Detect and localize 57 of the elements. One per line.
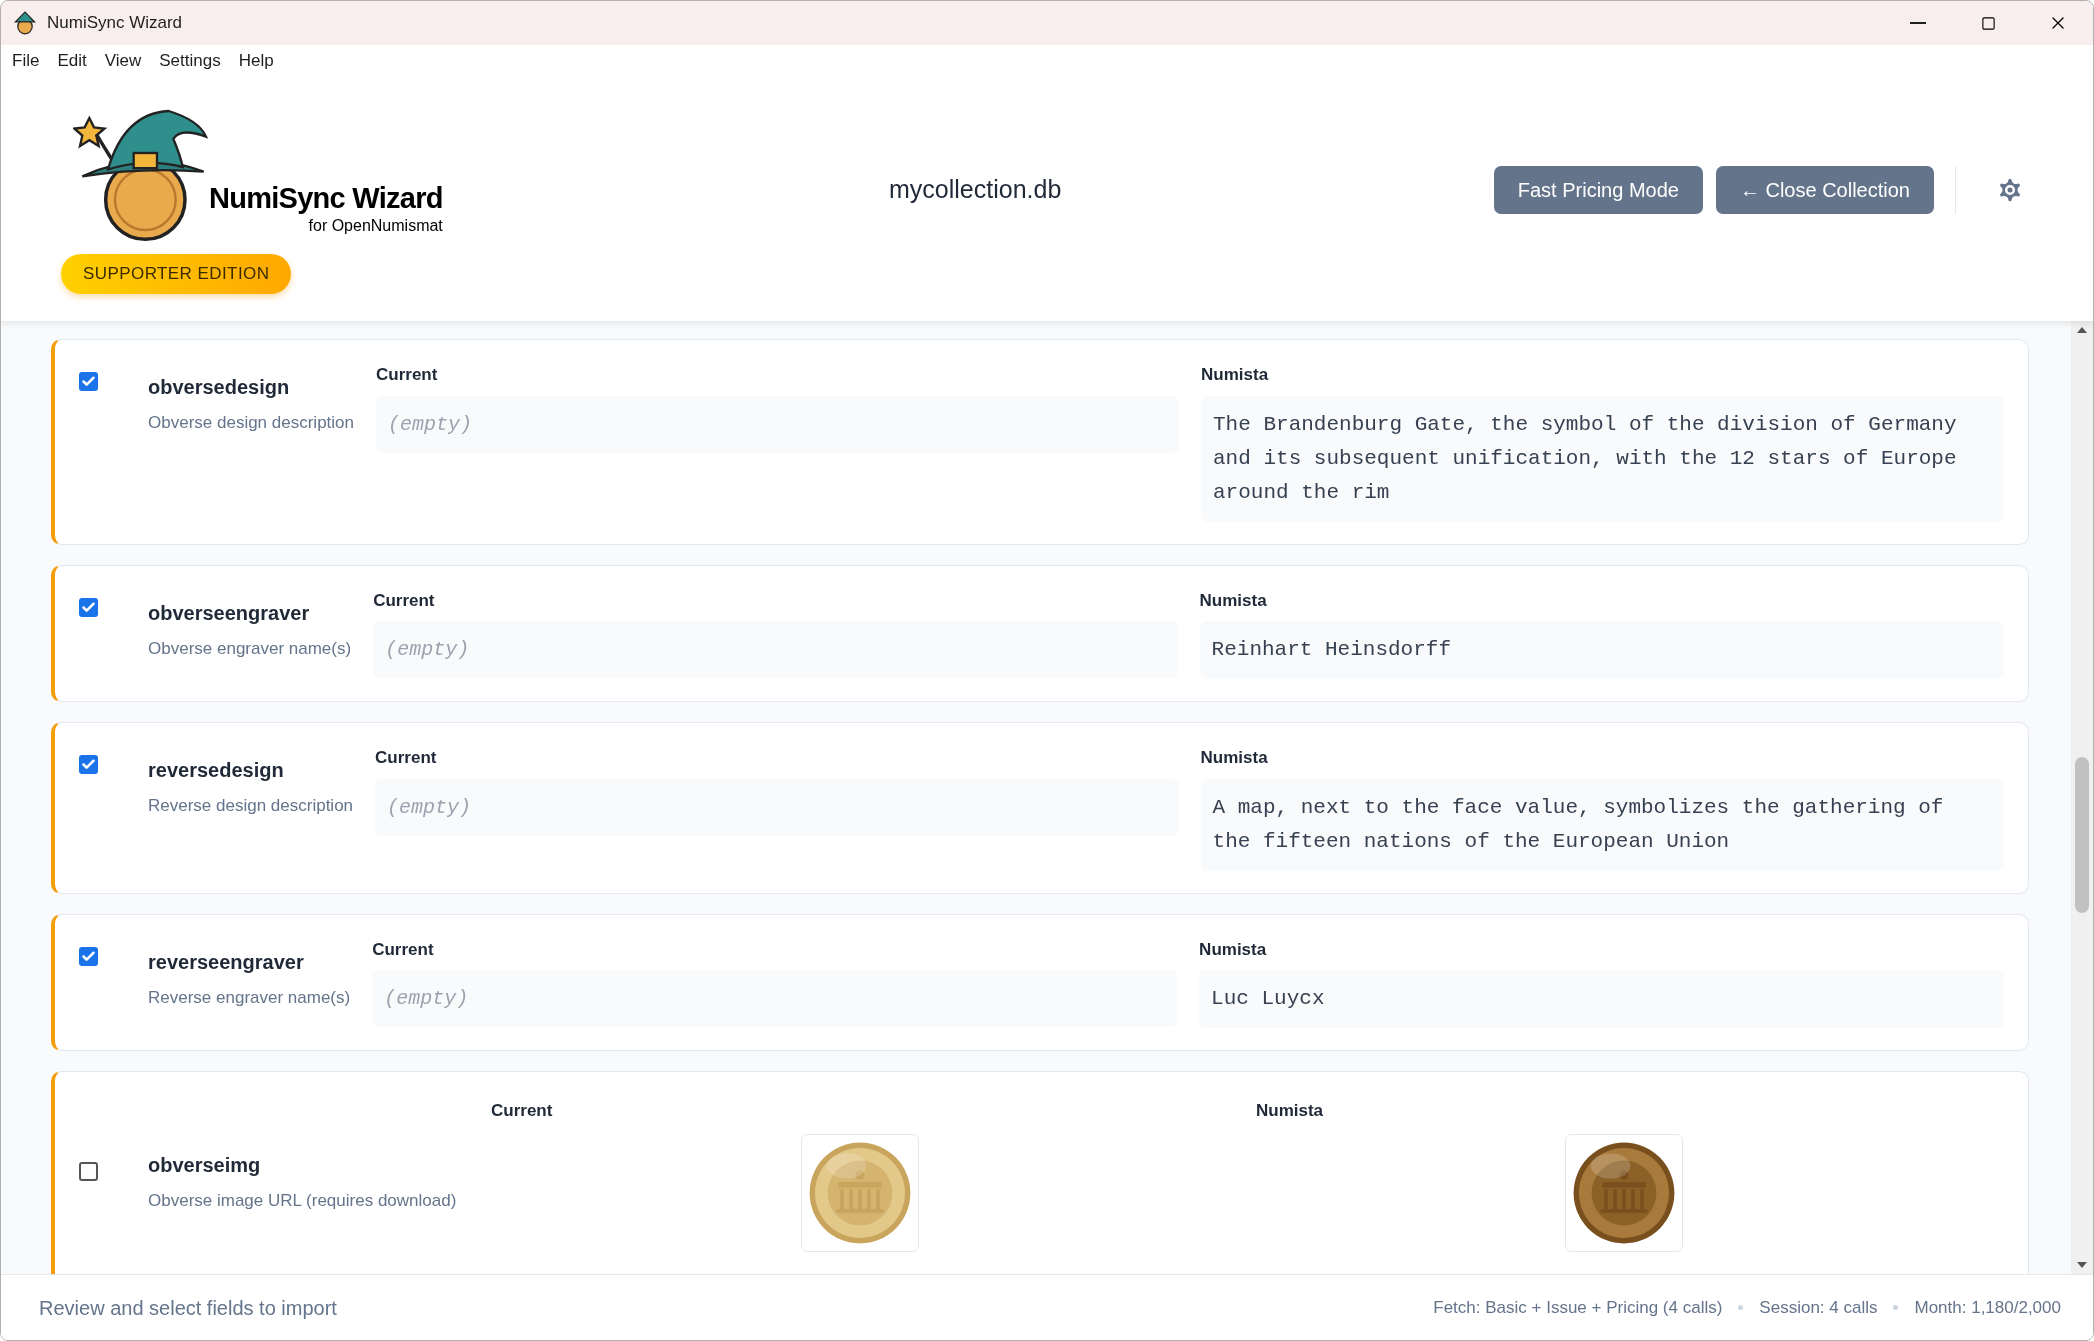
status-item: Fetch: Basic + Issue + Pricing (4 calls) bbox=[1433, 1296, 1723, 1319]
file-name: mycollection.db bbox=[889, 174, 1062, 206]
column-label: Current bbox=[491, 1100, 554, 1122]
checkbox[interactable] bbox=[79, 1162, 98, 1181]
current-value: (empty) bbox=[373, 621, 1178, 678]
maximize-icon bbox=[1980, 15, 1996, 31]
checkbox[interactable] bbox=[79, 372, 98, 391]
field-name: obversedesign bbox=[148, 375, 291, 400]
status-item: Session: 4 calls bbox=[1759, 1296, 1878, 1319]
current-value: (empty) bbox=[375, 778, 1179, 836]
column-label: Numista bbox=[1256, 1100, 1325, 1122]
field-description: Reverse engraver name(s) bbox=[148, 986, 351, 1009]
minimize-icon bbox=[1910, 22, 1926, 24]
checkbox[interactable] bbox=[79, 946, 98, 966]
field-description: Reverse design description bbox=[148, 795, 354, 817]
numista-value: The Brandenburg Gate, the symbol of the division of Germany and its subsequent unification, with the 12 stars of Europe around the rim bbox=[1201, 395, 2004, 522]
window-title: NumiSync Wizard bbox=[47, 12, 183, 35]
header-button[interactable]: ← Close Collection bbox=[1715, 166, 1934, 214]
menu-item[interactable]: Settings bbox=[152, 48, 228, 74]
check-icon bbox=[81, 948, 96, 964]
menu-item[interactable]: File bbox=[5, 48, 47, 74]
checkbox[interactable] bbox=[79, 597, 98, 617]
edition-badge: SUPPORTER EDITION bbox=[61, 254, 292, 294]
logo-title: NumiSync Wizard bbox=[209, 182, 443, 215]
current-value: (empty) bbox=[376, 395, 1179, 453]
scrollbar[interactable] bbox=[2071, 321, 2093, 1274]
column-label: Numista bbox=[1199, 589, 1268, 612]
column-label: Current bbox=[373, 589, 436, 612]
app-icon bbox=[13, 11, 37, 35]
field-name: reverseengraver bbox=[148, 949, 305, 975]
column-label: Current bbox=[376, 364, 439, 386]
field-name: reversedesign bbox=[148, 758, 285, 783]
numista-value: A map, next to the face value, symbolizes the gathering of the fifteen nations of the European Union bbox=[1200, 778, 2004, 871]
numista-value: Luc Luycx bbox=[1199, 970, 2004, 1028]
menu-item[interactable]: Help bbox=[231, 48, 281, 74]
column-label: Current bbox=[372, 938, 435, 961]
column-label: Numista bbox=[1201, 364, 1270, 386]
header-button[interactable]: Fast Pricing Mode bbox=[1493, 166, 1703, 214]
field-description: Obverse design description bbox=[148, 412, 354, 434]
field-name: obverseengraver bbox=[148, 600, 311, 626]
current-value: (empty) bbox=[372, 970, 1178, 1027]
status-message: Review and select fields to import bbox=[39, 1295, 337, 1321]
checkbox[interactable] bbox=[79, 755, 98, 774]
menu-item[interactable]: View bbox=[97, 48, 149, 74]
field-name: obverseimg bbox=[148, 1153, 262, 1178]
numista-value: Reinhart Heinsdorff bbox=[1199, 621, 2004, 679]
check-icon bbox=[81, 757, 96, 772]
check-icon bbox=[81, 599, 96, 615]
check-icon bbox=[81, 374, 96, 389]
column-label: Numista bbox=[1200, 747, 1269, 769]
logo-subtitle: for OpenNumismat bbox=[308, 216, 443, 237]
status-item: Month: 1,180/2,000 bbox=[1914, 1296, 2061, 1319]
field-description: Obverse engraver name(s) bbox=[148, 637, 352, 660]
column-label: Numista bbox=[1199, 938, 1268, 961]
menu-item[interactable]: Edit bbox=[50, 48, 94, 74]
field-description: Obverse image URL (requires download) bbox=[148, 1190, 458, 1212]
column-label: Current bbox=[375, 747, 438, 769]
